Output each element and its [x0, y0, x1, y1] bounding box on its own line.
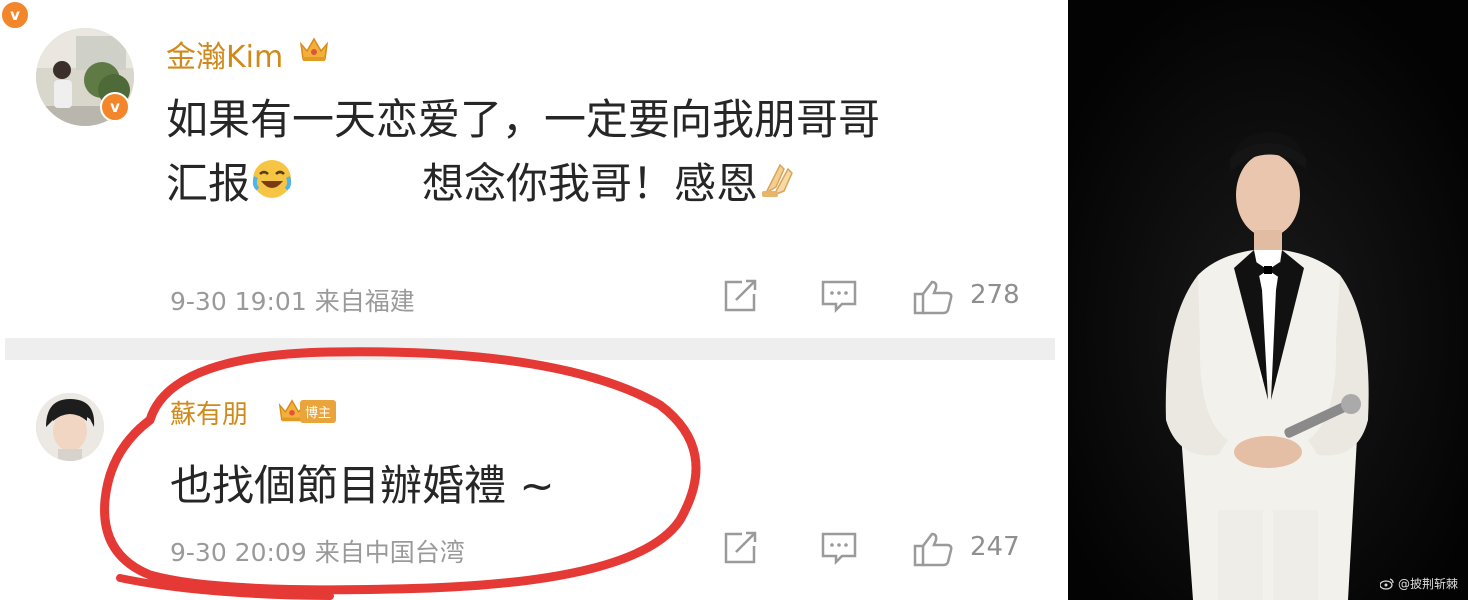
laughing-emoji-icon [250, 155, 294, 219]
comment-text: 也找個節目辦婚禮 ~ [170, 461, 555, 510]
avatar[interactable] [36, 393, 104, 461]
like-count: 278 [970, 280, 1020, 310]
separator [1055, 0, 1068, 600]
timestamp: 9-30 20:09 [170, 538, 307, 567]
comment-item: 蘇有朋 博主 也找個節目辦婚禮 ~ 9-30 20:09 来自中国台湾 247 [0, 360, 1055, 600]
timestamp: 9-30 19:01 [170, 287, 307, 316]
username[interactable]: 金瀚Kim [166, 32, 283, 76]
crown-icon [299, 37, 329, 61]
photo-panel: @披荆斩棘 [1068, 0, 1468, 600]
blogger-badge: 博主 [300, 400, 337, 423]
like-thumbs-up-icon[interactable] [912, 530, 956, 568]
performer-photo [1068, 0, 1468, 600]
comment-meta: 9-30 19:01 来自福建 [170, 282, 415, 318]
location: 来自中国台湾 [314, 538, 465, 567]
praying-hands-emoji-icon [758, 155, 802, 219]
comments-panel: v 金瀚Kim 如果有一天恋爱了，一定要向我朋哥哥 汇报 想念你我哥！感恩 9-… [0, 0, 1068, 600]
comment-item: v 金瀚Kim 如果有一天恋爱了，一定要向我朋哥哥 汇报 想念你我哥！感恩 9-… [0, 0, 1055, 338]
username[interactable]: 蘇有朋 [170, 394, 248, 431]
verified-badge-icon: v [100, 92, 130, 122]
like-thumbs-up-icon[interactable] [912, 278, 956, 316]
comment-meta: 9-30 20:09 来自中国台湾 [170, 533, 465, 569]
comment-text-part: 汇报 [166, 159, 251, 208]
weibo-logo-icon [1379, 577, 1394, 590]
comment-icon[interactable] [820, 278, 858, 314]
comment-text-part: 想念你我哥！感恩 [422, 159, 759, 208]
divider [5, 338, 1055, 360]
comment-icon[interactable] [820, 530, 858, 566]
share-icon[interactable] [722, 530, 760, 566]
comment-text: 如果有一天恋爱了，一定要向我朋哥哥 汇报 想念你我哥！感恩 [166, 88, 1036, 219]
location: 来自福建 [314, 287, 415, 316]
comment-text-line: 如果有一天恋爱了，一定要向我朋哥哥 [166, 95, 881, 144]
like-count: 247 [970, 532, 1020, 562]
watermark-text: @披荆斩棘 [1397, 577, 1458, 591]
share-icon[interactable] [722, 278, 760, 314]
verified-badge-icon: v [0, 0, 30, 30]
comment-text-line: 汇报 想念你我哥！感恩 [166, 152, 1036, 219]
watermark: @披荆斩棘 [1379, 575, 1458, 592]
